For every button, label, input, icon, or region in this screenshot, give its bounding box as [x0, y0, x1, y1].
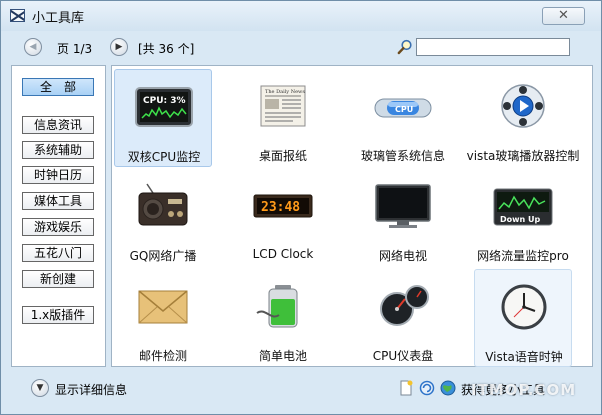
- gadget-tile[interactable]: 简单电池: [234, 269, 332, 367]
- chevron-down-icon: ▼: [36, 383, 44, 393]
- gadget-label: 网络电视: [378, 249, 427, 263]
- gadget-grid: CPU: 3% 双核CPU监控 The Daily News 桌面报纸 CPU …: [111, 65, 593, 367]
- gadget-label: GQ网络广播: [129, 249, 197, 263]
- lcd-clock-icon: 23:48: [253, 194, 313, 218]
- window-title: 小工具库: [32, 11, 85, 26]
- nav-bar: ◀ 页 1/3 ▶ [共 36 个]: [11, 35, 593, 59]
- total-count: [共 36 个]: [138, 42, 195, 56]
- monitor-icon: [375, 184, 431, 228]
- gadget-label: CPU仪表盘: [372, 349, 434, 363]
- lcd-clock-digits: 23:48: [261, 200, 300, 215]
- refresh-icon[interactable]: [419, 380, 435, 396]
- category-games[interactable]: 游戏娱乐: [22, 218, 94, 236]
- gadget-tile[interactable]: The Daily News 桌面报纸: [234, 69, 332, 167]
- cpu-meter-readout: CPU: 3%: [143, 96, 186, 106]
- category-new[interactable]: 新创建: [22, 270, 94, 288]
- gadget-tile[interactable]: 网络电视: [354, 169, 452, 267]
- newspaper-icon: The Daily News: [260, 85, 306, 127]
- magnifier-icon[interactable]: [397, 39, 413, 55]
- cpu-pill-icon: CPU: [374, 98, 432, 118]
- analog-clock-icon: [501, 284, 547, 330]
- gadget-tile[interactable]: CPU仪表盘: [354, 269, 452, 367]
- gadget-tile[interactable]: Down Up 网络流量监控pro: [474, 169, 572, 267]
- network-monitor-icon: Down Up: [493, 188, 553, 226]
- chevron-right-icon: ▶: [115, 42, 123, 52]
- gadget-label: 双核CPU监控: [127, 150, 201, 164]
- gadget-label: 简单电池: [258, 349, 307, 363]
- gadget-label: 玻璃管系统信息: [360, 149, 445, 163]
- gadget-label: 网络流量监控pro: [477, 249, 569, 263]
- gadget-tile[interactable]: CPU 玻璃管系统信息: [354, 69, 452, 167]
- gadget-library-window: 小工具库 ✕ ◀ 页 1/3 ▶ [共 36 个] 全 部 信息资讯 系统辅助 …: [0, 0, 602, 415]
- network-monitor-caption: Down Up: [500, 215, 541, 224]
- battery-icon: [256, 285, 298, 328]
- gauge-icon: [380, 285, 429, 326]
- gadget-tile[interactable]: vista玻璃播放器控制: [467, 69, 579, 167]
- category-system[interactable]: 系统辅助: [22, 141, 94, 159]
- watermark: ITMOP.COM: [471, 381, 577, 399]
- category-misc[interactable]: 五花八门: [22, 244, 94, 262]
- radio-icon: [138, 183, 188, 226]
- page-indicator: 页 1/3: [57, 42, 93, 56]
- category-news[interactable]: 信息资讯: [22, 116, 94, 134]
- category-media[interactable]: 媒体工具: [22, 192, 94, 210]
- gadget-tile[interactable]: Vista语音时钟: [474, 269, 572, 367]
- search-input[interactable]: [416, 38, 570, 56]
- prev-page-button[interactable]: ◀: [24, 38, 42, 56]
- new-document-icon[interactable]: [398, 380, 414, 396]
- gadget-label: 邮件检测: [138, 349, 187, 363]
- close-icon: ✕: [558, 8, 569, 23]
- gadget-label: vista玻璃播放器控制: [466, 149, 580, 163]
- gadget-tile[interactable]: GQ网络广播: [114, 169, 212, 267]
- gadget-tile[interactable]: 23:48 LCD Clock: [234, 169, 332, 267]
- cpu-meter-icon: CPU: 3%: [135, 87, 193, 127]
- title-bar[interactable]: 小工具库 ✕: [1, 1, 601, 31]
- gadget-label: 桌面报纸: [258, 149, 307, 163]
- gadget-label: Vista语音时钟: [485, 350, 563, 364]
- gadget-tile[interactable]: CPU: 3% 双核CPU监控: [114, 69, 212, 167]
- cpu-pill-label: CPU: [395, 105, 413, 114]
- envelope-app-icon: [10, 9, 25, 22]
- close-button[interactable]: ✕: [542, 7, 585, 25]
- media-player-icon: [501, 84, 545, 128]
- gadget-label: LCD Clock: [252, 247, 314, 261]
- gadget-tile[interactable]: 邮件检测: [114, 269, 212, 367]
- newspaper-masthead: The Daily News: [265, 89, 305, 95]
- globe-icon[interactable]: [440, 380, 456, 396]
- show-details-button[interactable]: ▼: [31, 379, 49, 397]
- show-details-label[interactable]: 显示详细信息: [55, 381, 127, 398]
- category-all[interactable]: 全 部: [22, 78, 94, 96]
- chevron-left-icon: ◀: [29, 42, 37, 52]
- envelope-icon: [138, 290, 188, 324]
- category-clock[interactable]: 时钟日历: [22, 166, 94, 184]
- category-sidebar: 全 部 信息资讯 系统辅助 时钟日历 媒体工具 游戏娱乐 五花八门 新创建 1.…: [11, 65, 106, 367]
- category-legacy-plugins[interactable]: 1.x版插件: [22, 306, 94, 324]
- next-page-button[interactable]: ▶: [110, 38, 128, 56]
